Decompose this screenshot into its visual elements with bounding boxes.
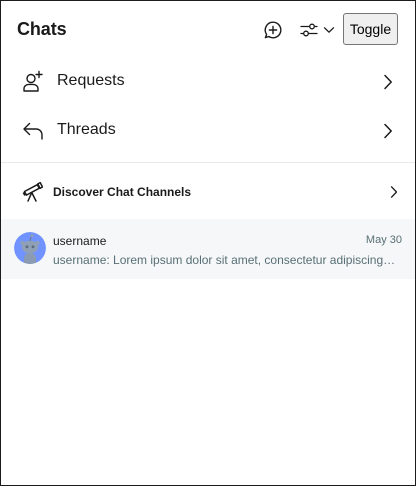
discover-chat-channels[interactable]: Discover Chat Channels xyxy=(1,169,415,215)
chevron-right-icon xyxy=(390,186,398,198)
chevron-right-icon xyxy=(384,123,392,139)
chevron-right-icon xyxy=(384,74,392,90)
sliders-icon xyxy=(299,23,318,37)
section-divider xyxy=(1,162,415,163)
nav-item-threads[interactable]: Threads xyxy=(1,107,415,155)
nav-item-requests[interactable]: Requests xyxy=(1,58,415,106)
new-chat-button[interactable] xyxy=(261,18,285,42)
toggle-button[interactable]: Toggle xyxy=(343,13,398,45)
avatar xyxy=(14,232,46,264)
chat-preview: username: Lorem ipsum dolor sit amet, co… xyxy=(53,253,397,267)
chat-timestamp: May 30 xyxy=(365,234,402,246)
chat-plus-icon xyxy=(264,21,282,39)
nav-item-label: Requests xyxy=(57,72,125,89)
reply-icon xyxy=(23,122,43,140)
chat-list-item[interactable]: username May 30 username: Lorem ipsum do… xyxy=(1,219,415,279)
telescope-icon xyxy=(22,181,43,202)
discover-label: Discover Chat Channels xyxy=(53,185,192,199)
chat-header: Chats Toggle xyxy=(1,1,415,59)
page-title: Chats xyxy=(17,19,67,39)
filter-button[interactable] xyxy=(297,18,337,42)
user-add-icon xyxy=(23,70,43,92)
chevron-down-icon xyxy=(323,27,334,33)
nav-item-label: Threads xyxy=(57,121,116,138)
chat-username: username xyxy=(53,234,107,248)
chat-panel: Chats Toggle Requests Threads Discover C… xyxy=(0,0,416,486)
